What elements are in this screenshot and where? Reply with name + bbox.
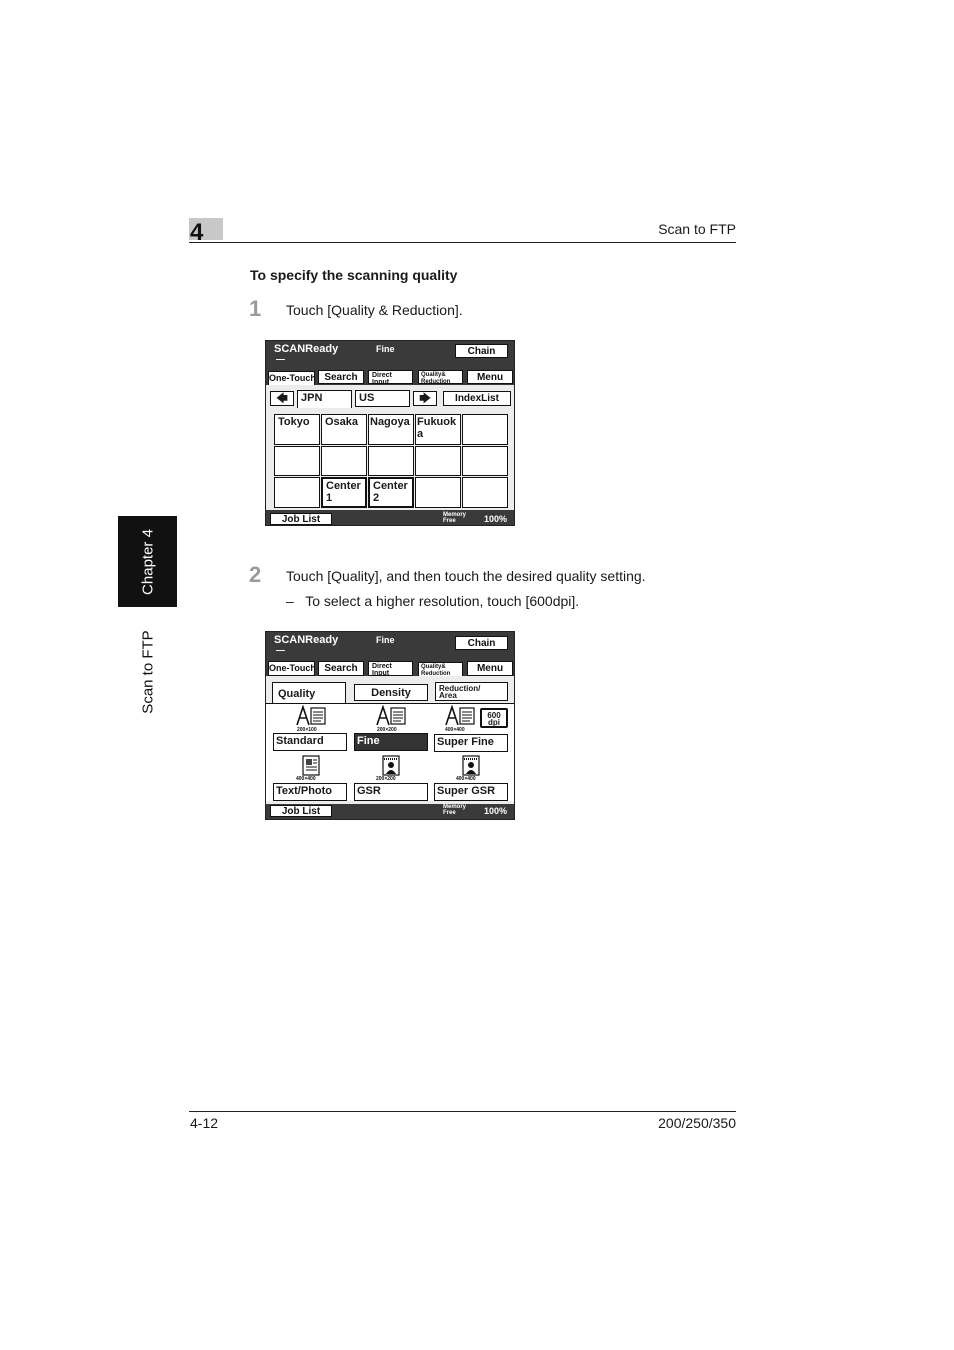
side-section-text: Scan to FTP <box>139 630 156 714</box>
super-fine-dpi-label: 400×400 <box>445 727 465 733</box>
quality-indicator: Fine <box>376 635 395 645</box>
memory-value: 100% <box>484 514 508 524</box>
onetouch-cell[interactable]: Fukuok a <box>415 414 461 445</box>
onetouch-cell[interactable]: Center 1 <box>321 477 367 508</box>
onetouch-cell[interactable]: Tokyo <box>274 414 320 445</box>
onetouch-cell[interactable]: Nagoya <box>368 414 414 445</box>
super-gsr-button[interactable]: Super GSR <box>434 783 508 801</box>
index-list-button[interactable]: IndexList <box>443 391 511 406</box>
model-numbers: 200/250/350 <box>658 1115 736 1131</box>
step-2-substep: – To select a higher resolution, touch [… <box>286 593 580 609</box>
text-photo-button[interactable]: Text/Photo <box>273 783 347 801</box>
index-tab-jpn[interactable]: JPN <box>297 390 352 408</box>
page-number: 4-12 <box>190 1115 219 1131</box>
standard-button[interactable]: Standard <box>273 733 347 751</box>
onetouch-cell[interactable] <box>415 446 461 476</box>
memory-label: Memory Free <box>443 804 467 816</box>
screen-quality: SCANReady — Fine Chain One-Touch Search … <box>265 631 515 820</box>
tab-menu[interactable]: Menu <box>467 370 513 384</box>
onetouch-cell[interactable] <box>415 477 461 508</box>
tab-quality-reduction[interactable]: Quality& Reduction <box>418 370 463 384</box>
side-chapter-text: Chapter 4 <box>139 528 156 595</box>
job-list-button[interactable]: Job List <box>270 513 332 525</box>
super-fine-button[interactable]: Super Fine <box>434 734 508 752</box>
onetouch-cell[interactable] <box>321 446 367 476</box>
tab-direct-input[interactable]: Direct Input <box>368 661 413 676</box>
right-arrow-icon[interactable]: 🡆 <box>413 391 437 406</box>
onetouch-cell[interactable] <box>274 477 320 508</box>
tab-search[interactable]: Search <box>318 661 364 676</box>
side-section-label: Scan to FTP <box>118 612 177 732</box>
600dpi-button[interactable]: 600 dpi <box>480 708 508 728</box>
step-2-text: Touch [Quality], and then touch the desi… <box>286 568 646 584</box>
job-list-button[interactable]: Job List <box>270 805 332 817</box>
gsr-button[interactable]: GSR <box>354 783 428 801</box>
tab-one-touch[interactable]: One-Touch <box>268 661 315 676</box>
screen-one-touch: SCANReady — Fine Chain One-Touch Search … <box>265 340 515 526</box>
super-gsr-dpi-label: 400×400 <box>456 776 476 782</box>
header-rule <box>189 242 736 243</box>
fine-button[interactable]: Fine <box>354 733 428 751</box>
chain-button[interactable]: Chain <box>455 636 508 650</box>
onetouch-cell[interactable]: Osaka <box>321 414 367 445</box>
section-title: To specify the scanning quality <box>250 267 458 283</box>
gsr-dpi-label: 200×200 <box>376 776 396 782</box>
memory-value: 100% <box>484 806 508 816</box>
running-header-title: Scan to FTP <box>658 221 736 237</box>
step-1-text: Touch [Quality & Reduction]. <box>286 302 463 318</box>
text-photo-dpi-label: 400×400 <box>296 776 316 782</box>
status-subtext: — <box>276 354 285 364</box>
index-tab-us[interactable]: US <box>355 390 410 407</box>
memory-label: Memory Free <box>443 512 467 524</box>
tab-menu[interactable]: Menu <box>467 661 513 676</box>
tab-search[interactable]: Search <box>318 370 364 384</box>
left-arrow-icon[interactable]: 🡄 <box>270 391 294 406</box>
onetouch-cell[interactable] <box>462 446 508 476</box>
step-1-number: 1 <box>249 296 262 321</box>
quality-indicator: Fine <box>376 344 395 354</box>
chain-button[interactable]: Chain <box>455 344 508 358</box>
onetouch-cell[interactable] <box>368 446 414 476</box>
tab-reduction-area[interactable]: Reduction/ Area <box>435 682 508 701</box>
side-chapter-label: Chapter 4 <box>118 516 177 607</box>
tab-density[interactable]: Density <box>354 684 428 701</box>
onetouch-cell[interactable] <box>274 446 320 476</box>
step-2-number: 2 <box>249 562 262 587</box>
tab-quality[interactable]: Quality <box>272 682 346 703</box>
tab-direct-input[interactable]: Direct Input <box>368 370 413 384</box>
onetouch-cell[interactable]: Center 2 <box>368 477 414 508</box>
onetouch-cell[interactable] <box>462 414 508 445</box>
tab-one-touch[interactable]: One-Touch <box>268 371 315 386</box>
status-subtext: — <box>276 645 285 655</box>
footer-rule <box>189 1111 736 1112</box>
onetouch-cell[interactable] <box>462 477 508 508</box>
